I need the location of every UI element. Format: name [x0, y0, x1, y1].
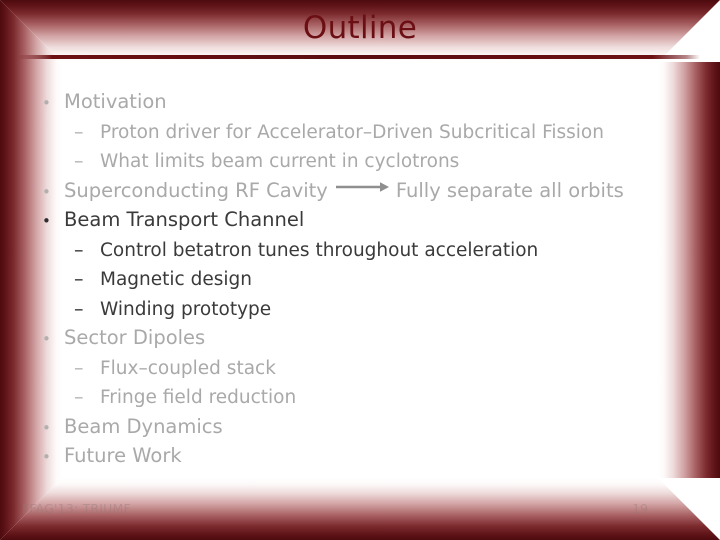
outline-item: • Beam Dynamics: [34, 413, 694, 443]
outline-item: – Flux–coupled stack: [34, 354, 694, 384]
slide-title: Outline: [302, 10, 418, 46]
outline-item-label: Magnetic design: [100, 269, 252, 290]
outline-item: – Winding prototype: [34, 295, 694, 325]
bullet-dot-icon: •: [42, 418, 51, 437]
outline-item-label: Superconducting RF Cavity: [64, 178, 328, 202]
outline-item: – What limits beam current in cyclotrons: [34, 147, 694, 177]
bullet-dot-icon: •: [42, 330, 51, 348]
outline-item: – Proton driver for Accelerator–Driven Su…: [34, 118, 694, 148]
bullet-dash-icon: –: [74, 120, 84, 143]
slide: Outline • Motivation – Proton driver for Ac…: [0, 0, 720, 540]
outline-item-label: Future Work: [64, 444, 182, 467]
outline-item: • Superconducting RF Cavity Fully separate…: [34, 177, 694, 207]
bullet-dash-icon: –: [74, 356, 84, 379]
outline-item-label: Beam Dynamics: [64, 414, 223, 438]
outline-item-label: Sector Dipoles: [64, 326, 206, 349]
outline-item-label: Fringe field reduction: [100, 387, 297, 408]
footer-page-number: 19: [632, 501, 648, 516]
arrow-right-icon: [328, 181, 396, 193]
outline-item-label: Motivation: [64, 90, 167, 113]
bullet-dot-icon: •: [42, 94, 51, 112]
bullet-dash-icon: –: [74, 150, 84, 172]
outline-item-label: Flux–coupled stack: [100, 357, 276, 379]
title-underline-rule: [18, 55, 700, 59]
bullet-dot-icon: •: [42, 212, 51, 230]
bullet-dot-icon: •: [42, 182, 51, 201]
outline-item-annotation: Fully separate all orbits: [395, 178, 624, 202]
bullet-dot-icon: •: [42, 448, 51, 466]
bullet-dash-icon: –: [74, 238, 84, 261]
outline-item-label: Winding prototype: [100, 298, 272, 320]
outline-item-label: Beam Transport Channel: [64, 208, 305, 231]
outline-item: • Motivation: [34, 88, 694, 118]
outline-item: – Fringe field reduction: [34, 383, 694, 413]
outline-item-label: Control betatron tunes throughout accele…: [100, 239, 539, 261]
outline-item: • Sector Dipoles: [34, 324, 694, 354]
bullet-dash-icon: –: [74, 268, 84, 290]
outline-list: • Motivation – Proton driver for Accelerato…: [34, 88, 694, 472]
bullet-dash-icon: –: [74, 297, 84, 320]
outline-item: • Future Work: [34, 442, 694, 472]
outline-item: – Magnetic design: [34, 265, 694, 295]
outline-item-label: Proton driver for Accelerator–Driven Sub…: [100, 121, 604, 143]
outline-item-label: What limits beam current in cyclotrons: [100, 151, 460, 172]
footer-conference-label: FFAG'13: TRIUMF: [22, 501, 131, 516]
bullet-dash-icon: –: [74, 386, 84, 408]
outline-item: • Beam Transport Channel: [34, 206, 694, 236]
outline-item: – Control betatron tunes throughout accel…: [34, 236, 694, 266]
